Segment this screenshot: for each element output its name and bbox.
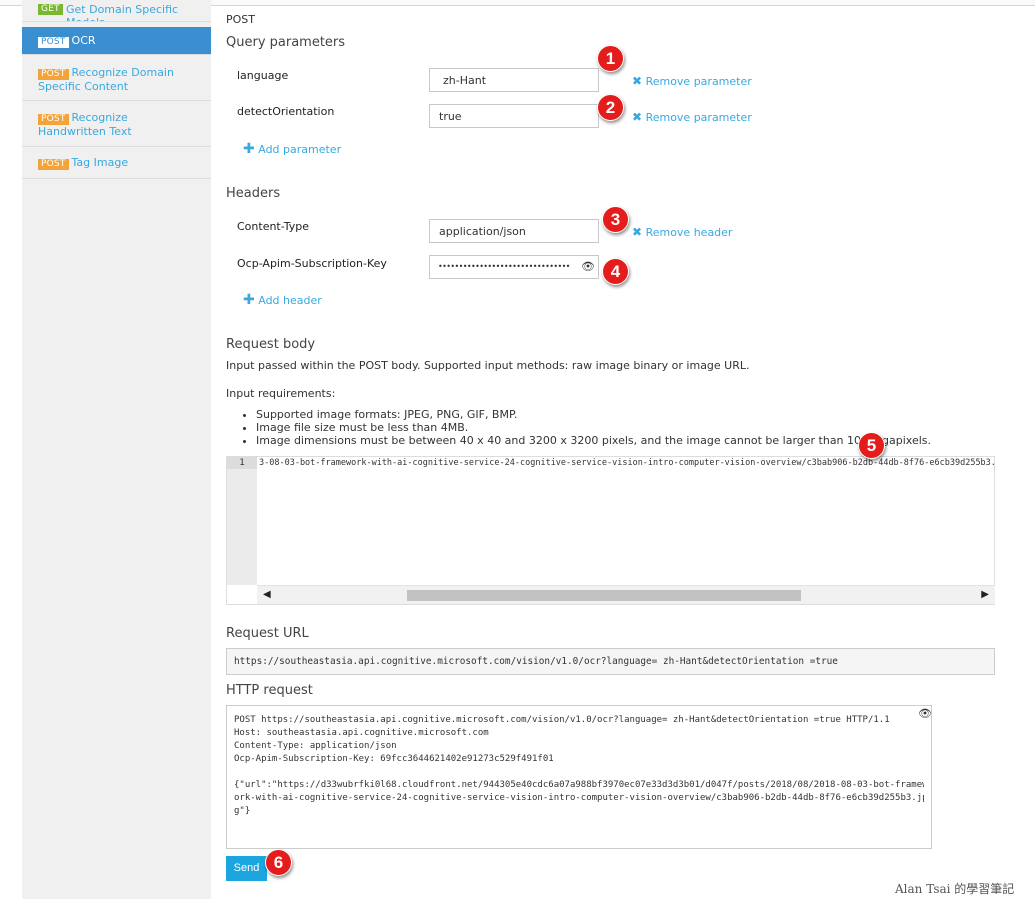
http-request-line: Host: southeastasia.api.cognitive.micros… <box>234 728 489 738</box>
marker-1: 1 <box>597 45 624 72</box>
request-url-title: Request URL <box>226 626 309 641</box>
plus-icon: ✚ <box>243 292 255 308</box>
http-request-line: g"} <box>234 806 251 816</box>
editor-gutter: 1 <box>227 457 257 585</box>
marker-3: 3 <box>602 206 629 233</box>
requirement-item: Image file size must be less than 4MB. <box>256 421 931 434</box>
sidebar: GET Get Domain Specific Models POSTOCR P… <box>22 0 211 899</box>
http-request-blank-line <box>234 766 924 779</box>
method-badge: GET <box>38 4 63 15</box>
sidebar-item-ocr[interactable]: POST OCR <box>22 27 211 55</box>
plus-icon: ✚ <box>243 141 255 157</box>
add-header-link[interactable]: ✚ Add header <box>243 292 322 308</box>
add-parameter-link[interactable]: ✚ Add parameter <box>243 141 341 157</box>
remove-icon: ✖ <box>632 225 643 239</box>
remove-param-detect-orientation-link[interactable]: ✖ Remove parameter <box>632 110 752 124</box>
http-request-line: ork-with-ai-cognitive-service-24-cogniti… <box>234 793 924 803</box>
input-requirements-list: Supported image formats: JPEG, PNG, GIF,… <box>226 408 931 447</box>
http-request-line: {"url":"https://d33wubrfki0l68.cloudfron… <box>234 780 924 790</box>
remove-icon: ✖ <box>632 74 643 88</box>
marker-2: 2 <box>597 94 624 121</box>
line-number: 1 <box>227 457 257 469</box>
http-method: POST <box>226 13 255 26</box>
eye-icon[interactable]: 👁 <box>581 260 595 273</box>
request-url-value: https://southeastasia.api.cognitive.micr… <box>226 648 995 675</box>
http-request-title: HTTP request <box>226 683 313 698</box>
scroll-right-arrow-icon[interactable]: ▶ <box>981 589 989 600</box>
eye-icon[interactable]: 👁 <box>918 707 932 720</box>
method-badge: POST <box>38 37 69 48</box>
scroll-thumb[interactable] <box>407 590 801 601</box>
method-badge: POST <box>38 159 69 170</box>
http-request-line: POST https://southeastasia.api.cognitive… <box>234 715 890 725</box>
method-badge: POST <box>38 69 69 80</box>
sidebar-item-recognize-domain[interactable]: POST Recognize Domain Specific Content <box>22 57 211 101</box>
remove-icon: ✖ <box>632 110 643 124</box>
send-button[interactable]: Send <box>226 856 267 881</box>
sidebar-item-label: OCR <box>71 34 96 47</box>
watermark: Alan Tsai 的學習筆記 <box>895 882 1015 896</box>
request-body-title: Request body <box>226 337 316 352</box>
http-request-box: POST https://southeastasia.api.cognitive… <box>226 705 932 849</box>
param-value-language-input[interactable]: zh-Hant <box>429 68 599 92</box>
marker-6: 6 <box>265 849 292 876</box>
requirement-item: Image dimensions must be between 40 x 40… <box>256 434 931 447</box>
method-badge: POST <box>38 114 69 125</box>
remove-param-label: Remove parameter <box>645 75 752 88</box>
add-header-label: Add header <box>258 294 322 307</box>
param-name-detect-orientation: detectOrientation <box>237 105 335 118</box>
sidebar-item-get-domain-models[interactable]: GET Get Domain Specific Models <box>22 0 211 22</box>
param-name-language: language <box>237 69 289 82</box>
remove-header-label: Remove header <box>645 226 733 239</box>
headers-title: Headers <box>226 186 281 201</box>
sidebar-item-recognize-handwritten[interactable]: POST Recognize Handwritten Text <box>22 101 211 147</box>
sidebar-item-tag-image[interactable]: POST Tag Image <box>22 147 211 179</box>
remove-param-language-link[interactable]: ✖ Remove parameter <box>632 74 752 88</box>
editor-code-line[interactable]: 3-08-03-bot-framework-with-ai-cognitive-… <box>259 457 994 469</box>
param-value-detect-orientation-input[interactable]: true <box>429 104 599 128</box>
sidebar-item-label: Tag Image <box>71 156 129 169</box>
remove-header-content-type-link[interactable]: ✖ Remove header <box>632 225 732 239</box>
http-request-line: Content-Type: application/json <box>234 741 397 751</box>
header-name-content-type: Content-Type <box>237 220 309 233</box>
sidebar-item-label: Get Domain Specific Models <box>66 3 179 21</box>
request-body-editor[interactable]: 1 3-08-03-bot-framework-with-ai-cognitiv… <box>226 456 995 605</box>
add-parameter-label: Add parameter <box>258 143 342 156</box>
query-params-title: Query parameters <box>226 35 346 50</box>
marker-4: 4 <box>602 258 629 285</box>
marker-5: 5 <box>858 432 885 459</box>
input-requirements-title: Input requirements: <box>226 387 336 400</box>
scroll-left-arrow-icon[interactable]: ◀ <box>263 589 271 600</box>
request-body-description: Input passed within the POST body. Suppo… <box>226 359 750 372</box>
requirement-item: Supported image formats: JPEG, PNG, GIF,… <box>256 408 931 421</box>
remove-param-label: Remove parameter <box>645 111 752 124</box>
header-value-content-type-input[interactable]: application/json <box>429 219 599 243</box>
http-request-line: Ocp-Apim-Subscription-Key: 69fcc36446214… <box>234 754 554 764</box>
editor-horizontal-scrollbar[interactable]: ◀ ▶ <box>257 585 995 604</box>
header-name-subscription-key: Ocp-Apim-Subscription-Key <box>237 257 387 270</box>
header-value-subscription-key-input[interactable]: •••••••••••••••••••••••••••••••• <box>429 255 599 279</box>
